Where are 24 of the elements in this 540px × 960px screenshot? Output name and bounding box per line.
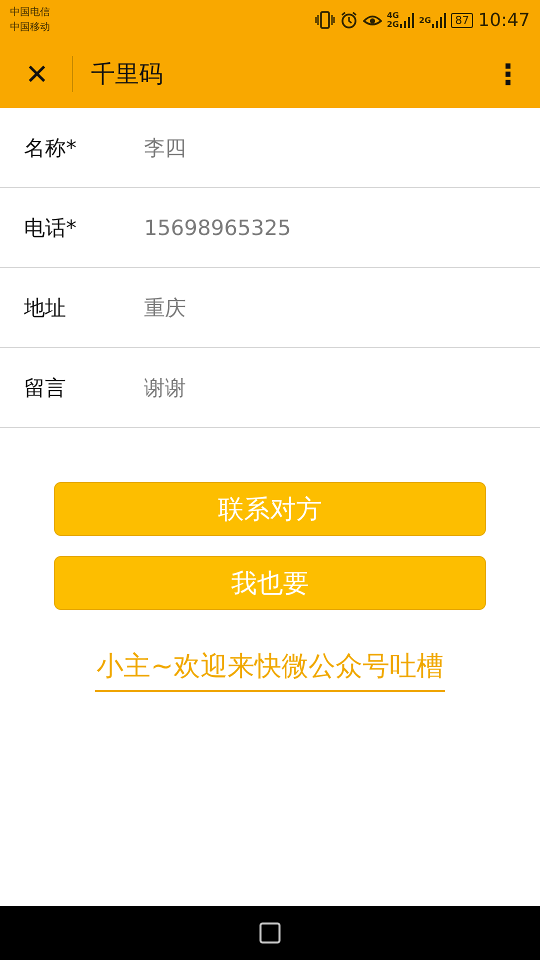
field-label: 名称* [24,134,78,162]
signal-icon [400,12,414,28]
vibrate-icon [314,11,335,29]
field-label: 留言 [24,374,67,402]
input-field[interactable]: 谢谢 [144,376,540,400]
input-field[interactable]: 15698965325 [144,216,540,240]
field-label: 电话* [24,214,78,242]
close-button[interactable]: ✕ [20,58,54,90]
input-field[interactable]: 重庆 [144,296,540,320]
eye-icon [362,13,382,27]
clock-time: 10:47 [478,10,530,30]
alarm-icon [340,11,358,29]
carrier-name: 中国电信 [10,6,50,19]
menu-button[interactable]: ⋮ [494,58,522,90]
field-label: 地址 [24,294,67,322]
network-label: 2G [418,16,432,24]
network-label: 2G [386,20,399,29]
battery-level: 87 [451,12,474,28]
carrier-name: 中国移动 [10,21,50,34]
page-title: 千里码 [91,59,164,90]
network-label: 4G [386,11,399,20]
input-field[interactable]: 李四 [144,136,540,160]
recents-icon[interactable] [259,922,281,944]
signal-icon [432,12,446,28]
